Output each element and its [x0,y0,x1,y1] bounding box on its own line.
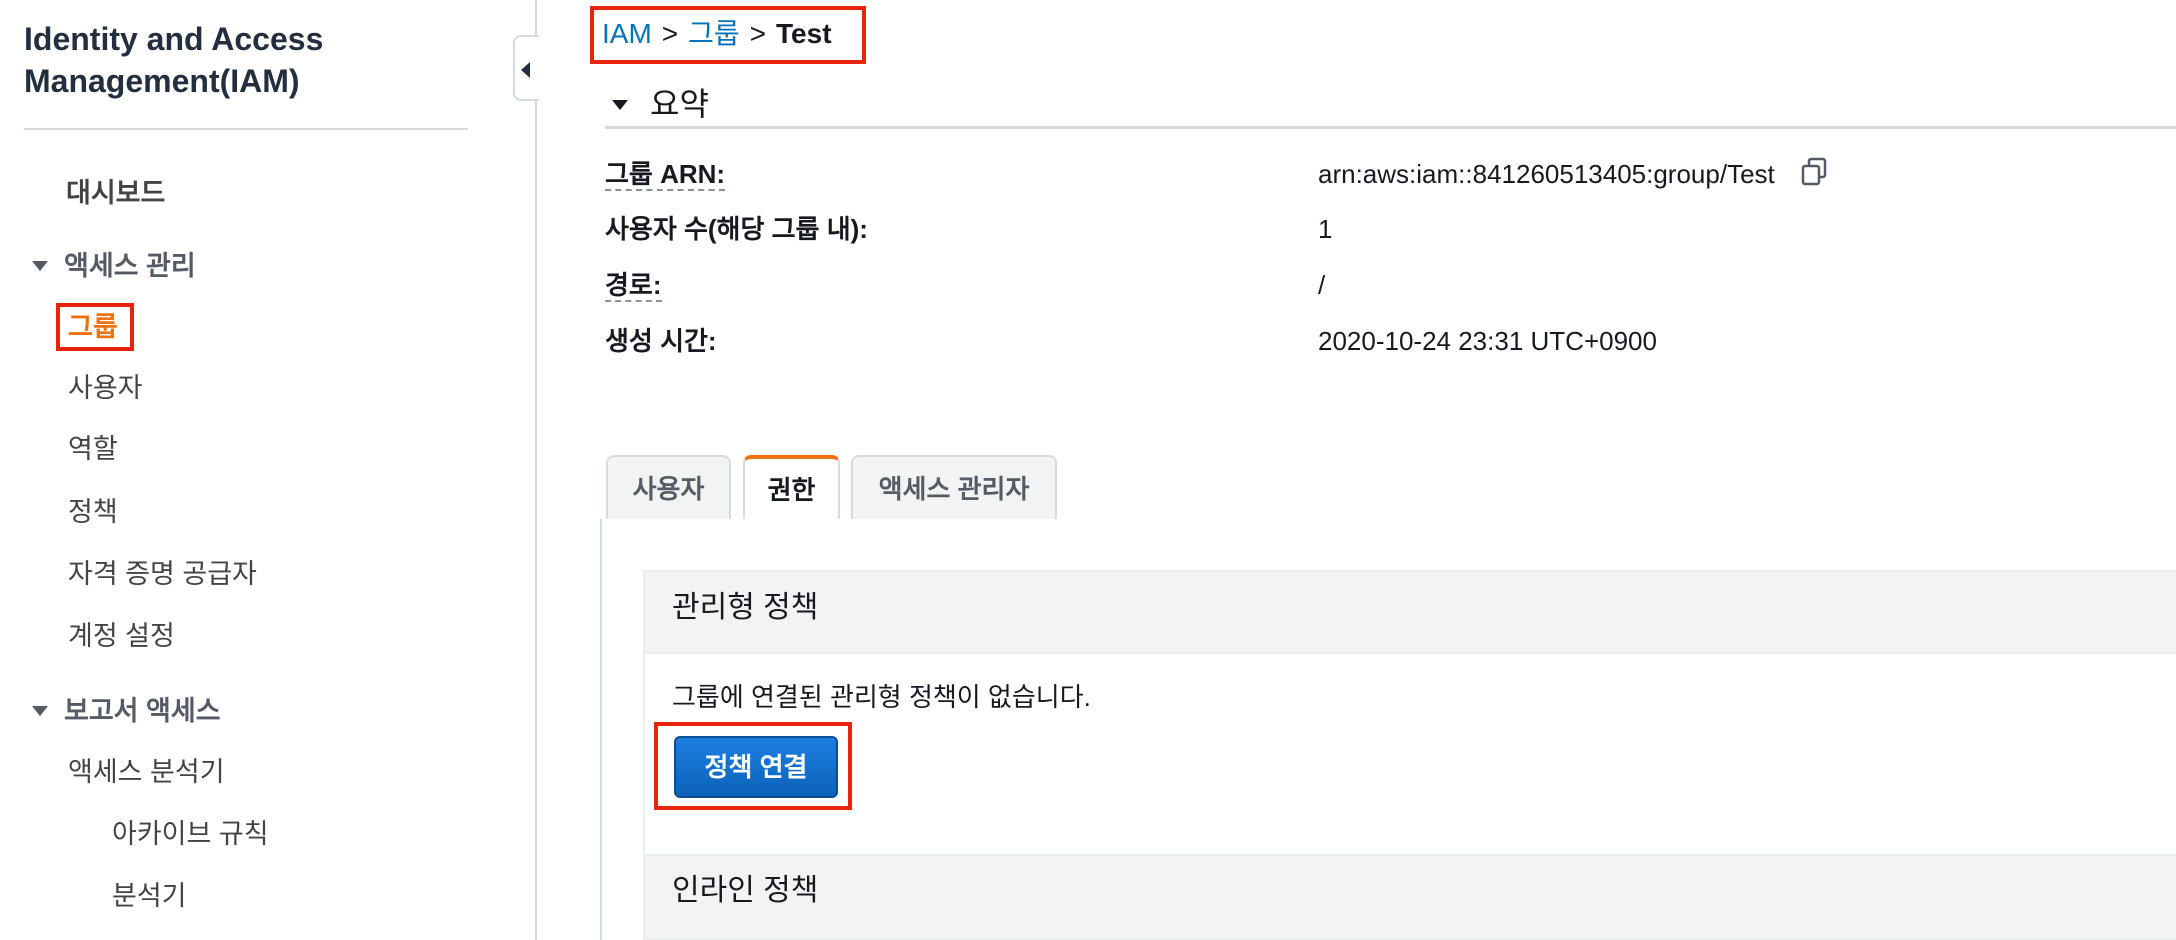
tab-access-advisor[interactable]: 액세스 관리자 [851,455,1057,521]
sidebar-section-access-reports[interactable]: 보고서 액세스 [32,693,221,729]
caret-down-icon [612,99,628,110]
copy-icon[interactable] [1800,157,1832,195]
sidebar-item-dashboard[interactable]: 대시보드 [66,175,165,211]
creation-time-value: 2020-10-24 23:31 UTC+0900 [1318,326,1657,356]
sidebar-item-archive-rules[interactable]: 아카이브 규칙 [112,816,269,852]
sidebar: Identity and Access Management(IAM) 대시보드… [0,0,537,940]
caret-down-icon [32,260,48,271]
sidebar-collapse-button[interactable] [513,35,539,101]
sidebar-section-label: 보고서 액세스 [64,696,221,726]
breadcrumb-separator: > [749,18,767,49]
inline-policies-header [643,854,2176,940]
sidebar-section-access-management[interactable]: 액세스 관리 [32,248,196,284]
tab-permissions[interactable]: 권한 [743,455,840,523]
caret-down-icon [32,705,48,716]
creation-time-label: 생성 시간: [605,326,717,356]
breadcrumb-link-groups[interactable]: 그룹 [688,18,740,49]
breadcrumb-current: Test [776,18,832,49]
sidebar-divider [24,128,468,130]
sidebar-item-analyzers[interactable]: 분석기 [112,878,187,914]
managed-policies-title: 관리형 정책 [672,591,819,624]
sidebar-item-groups[interactable]: 그룹 [68,309,118,345]
managed-policies-header [643,570,2176,654]
summary-toggle[interactable]: 요약 [612,84,709,124]
sidebar-item-access-analyzer[interactable]: 액세스 분석기 [68,754,225,790]
sidebar-title: Identity and Access Management(IAM) [24,21,324,99]
summary-title: 요약 [650,86,709,122]
user-count-label: 사용자 수(해당 그룹 내): [605,214,868,244]
path-label: 경로: [605,270,662,302]
sidebar-item-users[interactable]: 사용자 [68,370,143,406]
path-value: / [1318,270,1326,300]
sidebar-item-account-settings[interactable]: 계정 설정 [68,618,175,654]
group-arn-value: arn:aws:iam::841260513405:group/Test [1318,157,1832,195]
sidebar-section-label: 액세스 관리 [64,251,196,281]
breadcrumb: IAM > 그룹 > Test [602,16,832,52]
breadcrumb-separator: > [661,18,679,49]
no-managed-policies-message: 그룹에 연결된 관리형 정책이 없습니다. [672,682,1091,712]
attach-policy-button[interactable]: 정책 연결 [674,736,838,798]
chevron-left-icon [521,62,530,78]
summary-divider [605,126,2176,129]
sidebar-item-identity-providers[interactable]: 자격 증명 공급자 [68,556,257,592]
tab-users[interactable]: 사용자 [606,455,731,521]
inline-policies-title: 인라인 정책 [672,874,819,907]
sidebar-item-policies[interactable]: 정책 [68,494,118,530]
sidebar-item-roles[interactable]: 역할 [68,431,118,467]
user-count-value: 1 [1318,214,1333,244]
group-arn-text: arn:aws:iam::841260513405:group/Test [1318,159,1775,189]
group-arn-label: 그룹 ARN: [605,159,726,191]
breadcrumb-link-iam[interactable]: IAM [602,18,652,49]
